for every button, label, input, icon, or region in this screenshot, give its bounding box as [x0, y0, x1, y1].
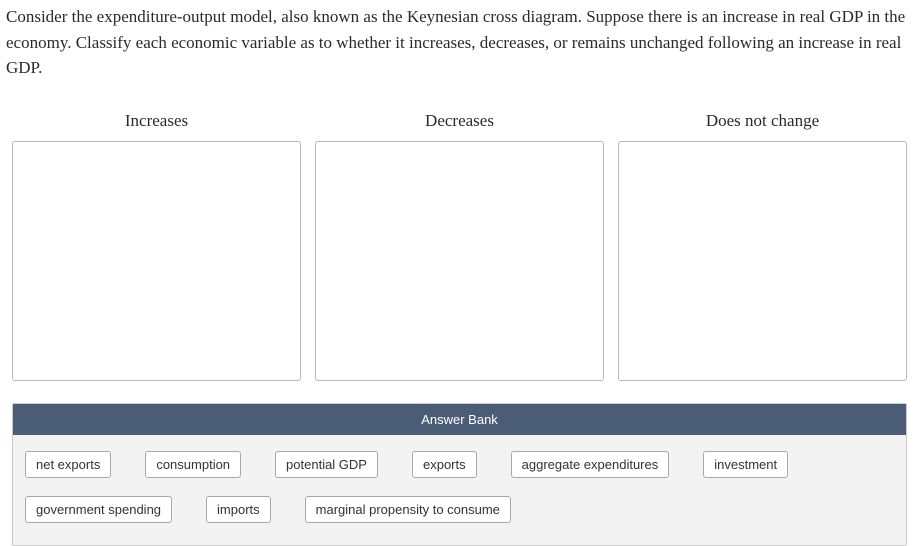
answer-bank-body: net exports consumption potential GDP ex…: [13, 435, 906, 545]
drop-zone-increases[interactable]: [12, 141, 301, 381]
column-increases: Increases: [12, 111, 301, 381]
tile-imports[interactable]: imports: [206, 496, 271, 523]
drop-zone-no-change[interactable]: [618, 141, 907, 381]
column-label-no-change: Does not change: [706, 111, 819, 131]
question-text: Consider the expenditure-output model, a…: [0, 0, 919, 93]
column-label-decreases: Decreases: [425, 111, 494, 131]
column-no-change: Does not change: [618, 111, 907, 381]
answer-bank-header: Answer Bank: [13, 404, 906, 435]
column-decreases: Decreases: [315, 111, 604, 381]
tile-investment[interactable]: investment: [703, 451, 788, 478]
tile-consumption[interactable]: consumption: [145, 451, 241, 478]
answer-bank: Answer Bank net exports consumption pote…: [12, 403, 907, 546]
tile-aggregate-expenditures[interactable]: aggregate expenditures: [511, 451, 670, 478]
column-label-increases: Increases: [125, 111, 188, 131]
classification-columns: Increases Decreases Does not change: [0, 111, 919, 381]
tile-net-exports[interactable]: net exports: [25, 451, 111, 478]
drop-zone-decreases[interactable]: [315, 141, 604, 381]
tile-government-spending[interactable]: government spending: [25, 496, 172, 523]
tile-exports[interactable]: exports: [412, 451, 477, 478]
tile-row-2: government spending imports marginal pro…: [25, 496, 894, 523]
tile-potential-gdp[interactable]: potential GDP: [275, 451, 378, 478]
tile-row-1: net exports consumption potential GDP ex…: [25, 451, 894, 478]
tile-mpc[interactable]: marginal propensity to consume: [305, 496, 511, 523]
